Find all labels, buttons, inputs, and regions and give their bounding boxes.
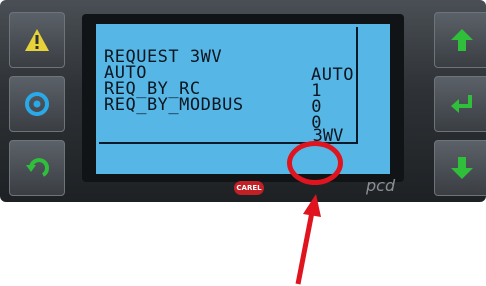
annotation-arrow bbox=[295, 194, 321, 285]
